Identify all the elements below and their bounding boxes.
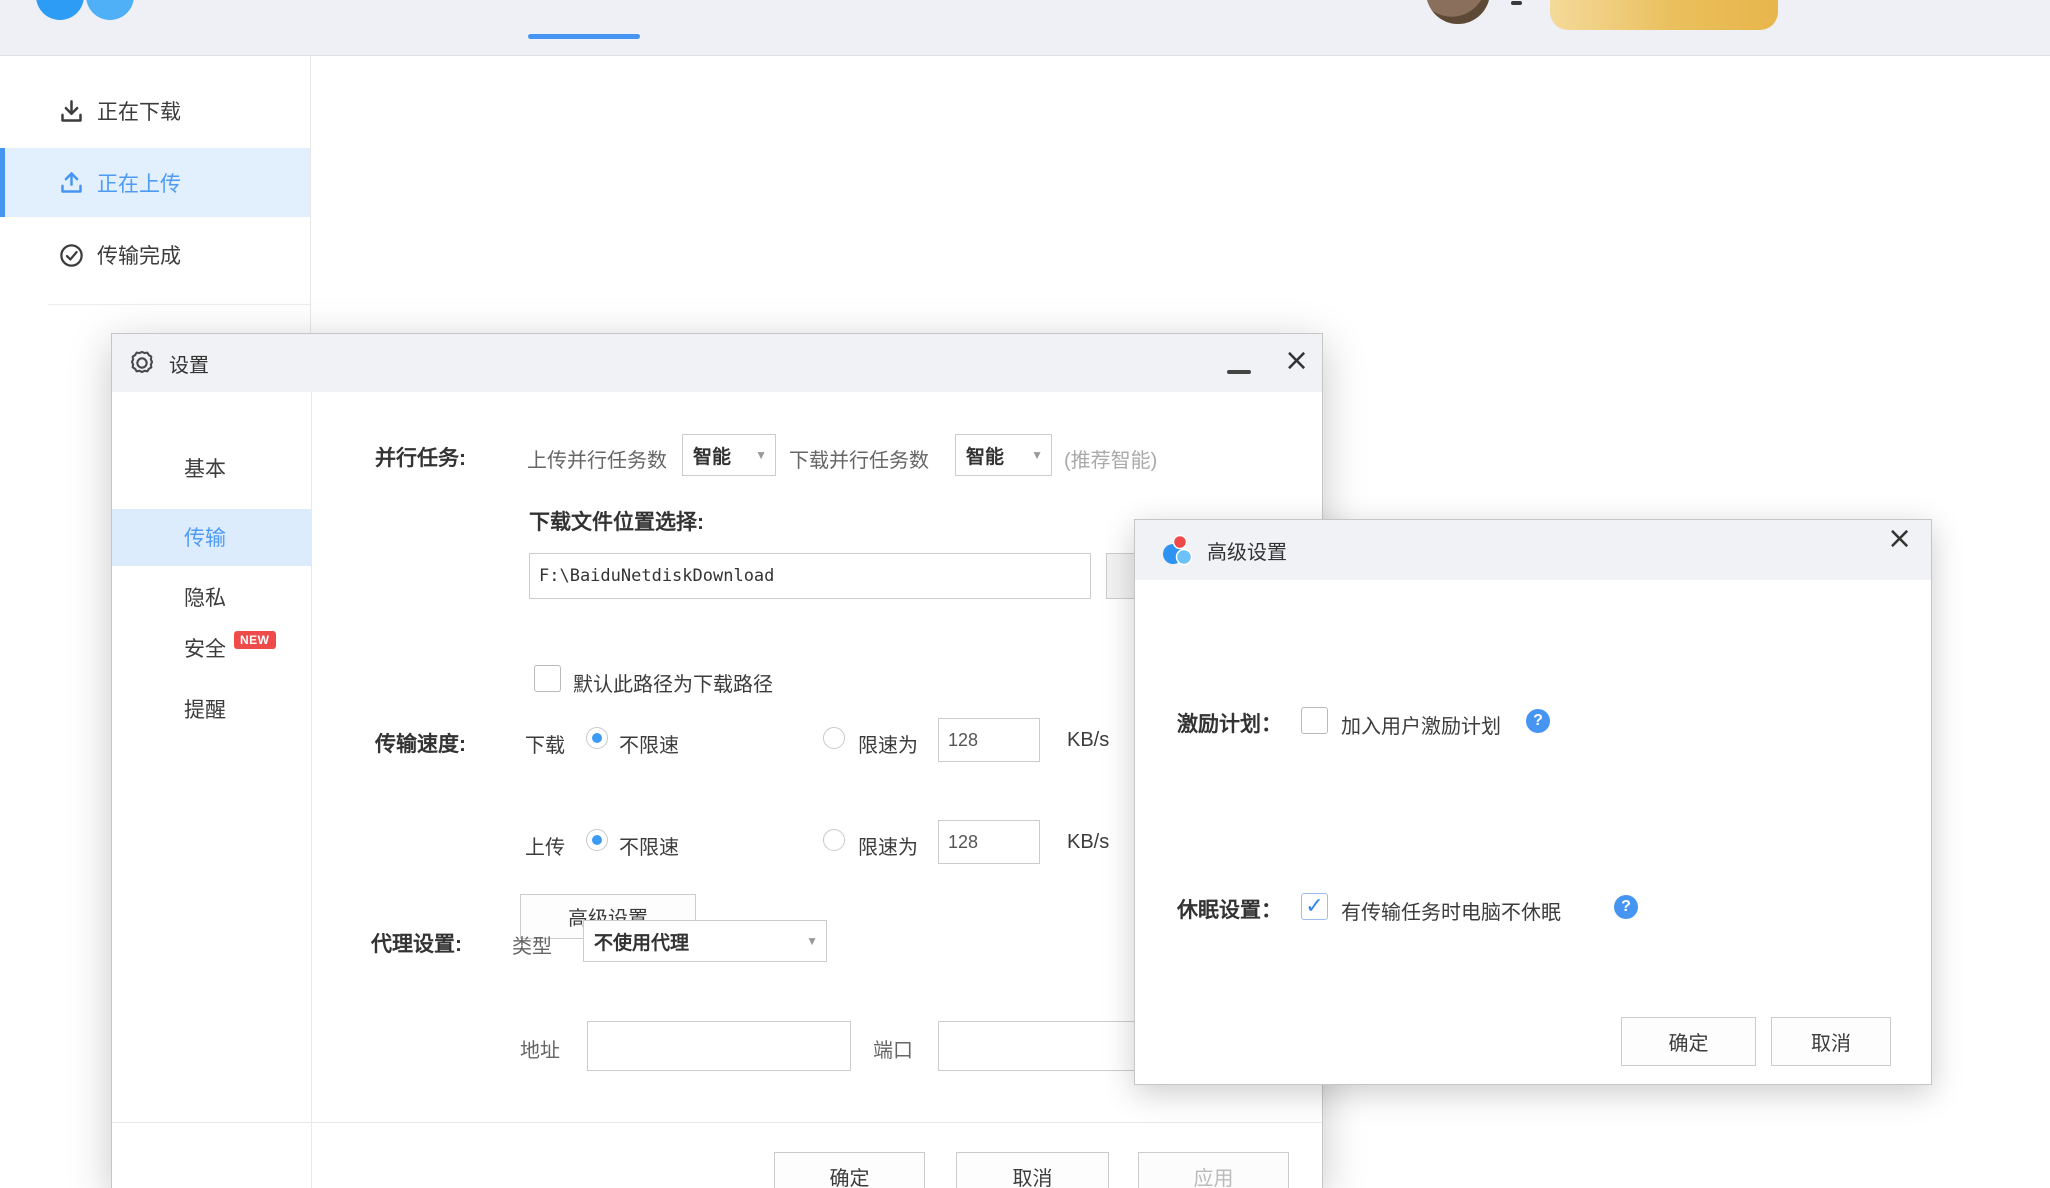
download-limit-unit: KB/s xyxy=(1067,729,1109,752)
tab-label: 基本 xyxy=(184,453,226,483)
download-limit-radio[interactable] xyxy=(823,727,845,749)
netdisk-logo-icon xyxy=(1157,532,1193,568)
sidebar-item-label: 正在上传 xyxy=(97,168,181,198)
footer-divider xyxy=(112,1122,1322,1123)
download-limit-label: 限速为 xyxy=(858,729,918,758)
parallel-hint: (推荐智能) xyxy=(1064,444,1157,473)
download-parallel-select[interactable]: 智能 ▼ xyxy=(955,434,1052,476)
upload-parallel-label: 上传并行任务数 xyxy=(527,444,667,473)
minimize-icon xyxy=(1227,370,1251,374)
speed-download-label: 下载 xyxy=(525,729,565,758)
upload-limit-unit: KB/s xyxy=(1067,831,1109,854)
settings-dialog-title: 设置 xyxy=(169,349,209,378)
upload-limit-radio[interactable] xyxy=(823,829,845,851)
sidebar-divider xyxy=(48,304,310,305)
sleep-settings-label: 休眠设置： xyxy=(1177,894,1282,924)
speed-upload-label: 上传 xyxy=(525,831,565,860)
select-value: 智能 xyxy=(693,442,755,469)
tab-label: 隐私 xyxy=(184,582,226,612)
tab-label: 提醒 xyxy=(184,694,226,724)
help-icon[interactable]: ? xyxy=(1526,709,1550,733)
check-icon: ✓ xyxy=(1305,896,1323,918)
sleep-checkbox-label: 有传输任务时电脑不休眠 xyxy=(1341,896,1561,925)
settings-tabs: 基本 传输 隐私 安全 NEW 提醒 xyxy=(112,392,312,1188)
download-path-input[interactable] xyxy=(529,553,1091,599)
proxy-port-label: 端口 xyxy=(873,1034,913,1063)
download-limit-value-input[interactable] xyxy=(938,718,1040,762)
tab-transfer[interactable]: 传输 xyxy=(112,515,311,559)
parallel-tasks-label: 并行任务: xyxy=(375,442,466,472)
upload-limit-value-input[interactable] xyxy=(938,820,1040,864)
tab-label: 安全 xyxy=(184,633,226,663)
chevron-down-icon: ▼ xyxy=(806,934,818,948)
download-icon xyxy=(58,98,85,125)
advanced-ok-button[interactable]: 确定 xyxy=(1621,1017,1756,1066)
window-control-icon[interactable] xyxy=(1511,1,1522,5)
tab-privacy[interactable]: 隐私 xyxy=(112,575,311,619)
sidebar-item-downloading[interactable]: 正在下载 xyxy=(0,78,310,144)
help-icon[interactable]: ? xyxy=(1614,895,1638,919)
advanced-cancel-button[interactable]: 取消 xyxy=(1771,1017,1891,1066)
chevron-down-icon: ▼ xyxy=(755,448,767,462)
sidebar-item-label: 正在下载 xyxy=(97,96,181,126)
tab-security[interactable]: 安全 xyxy=(112,626,311,670)
proxy-settings-label: 代理设置: xyxy=(371,928,462,958)
incentive-plan-label: 激励计划： xyxy=(1177,708,1282,738)
transfer-speed-label: 传输速度: xyxy=(375,728,466,758)
settings-apply-button[interactable]: 应用 xyxy=(1138,1152,1289,1188)
avatar[interactable] xyxy=(1426,0,1490,24)
close-icon[interactable]: × xyxy=(1887,524,1912,554)
top-bar xyxy=(0,0,2050,56)
chevron-down-icon: ▼ xyxy=(1031,448,1043,462)
select-value: 不使用代理 xyxy=(594,928,806,955)
proxy-address-label: 地址 xyxy=(520,1034,560,1063)
gear-icon xyxy=(128,349,156,377)
settings-cancel-button[interactable]: 取消 xyxy=(956,1152,1109,1188)
incentive-checkbox-label: 加入用户激励计划 xyxy=(1341,710,1501,739)
download-unlimited-label: 不限速 xyxy=(619,729,679,758)
upload-unlimited-radio[interactable] xyxy=(586,829,608,851)
tab-basic[interactable]: 基本 xyxy=(112,446,311,490)
advanced-dialog-title: 高级设置 xyxy=(1207,536,1287,565)
download-unlimited-radio[interactable] xyxy=(586,727,608,749)
app-window: 正在下载 正在上传 传输完成 设置 × xyxy=(0,0,2050,1188)
download-location-label: 下载文件位置选择: xyxy=(529,506,704,536)
sleep-checkbox[interactable]: ✓ xyxy=(1301,893,1328,920)
advanced-settings-dialog: 高级设置 × 激励计划： 加入用户激励计划 ? 休眠设置： ✓ 有传输任务时电脑… xyxy=(1134,519,1932,1085)
select-value: 智能 xyxy=(966,442,1031,469)
upload-icon xyxy=(58,169,85,196)
settings-dialog-header: 设置 xyxy=(112,334,1322,392)
settings-ok-button[interactable]: 确定 xyxy=(774,1152,925,1188)
sidebar-item-uploading[interactable]: 正在上传 xyxy=(0,148,310,217)
upload-parallel-select[interactable]: 智能 ▼ xyxy=(682,434,776,476)
proxy-type-label: 类型 xyxy=(512,930,552,959)
radio-dot xyxy=(592,733,602,743)
default-path-checkbox-label: 默认此路径为下载路径 xyxy=(573,668,773,697)
app-logo-icon xyxy=(86,0,134,20)
new-badge: NEW xyxy=(234,631,276,649)
incentive-checkbox[interactable] xyxy=(1301,707,1328,734)
app-logo-icon xyxy=(36,0,84,20)
proxy-address-input[interactable] xyxy=(587,1021,851,1071)
active-tab-indicator xyxy=(528,34,640,39)
minimize-button[interactable] xyxy=(1227,370,1251,374)
advanced-dialog-header: 高级设置 xyxy=(1135,520,1931,580)
sidebar-item-completed[interactable]: 传输完成 xyxy=(0,222,310,288)
active-accent-bar xyxy=(0,148,5,217)
vip-button[interactable] xyxy=(1550,0,1778,30)
proxy-type-select[interactable]: 不使用代理 ▼ xyxy=(583,920,827,962)
sidebar-item-label: 传输完成 xyxy=(97,240,181,270)
download-parallel-label: 下载并行任务数 xyxy=(789,444,929,473)
upload-limit-label: 限速为 xyxy=(858,831,918,860)
close-icon[interactable]: × xyxy=(1284,346,1309,376)
tab-reminder[interactable]: 提醒 xyxy=(112,687,311,731)
default-path-checkbox[interactable] xyxy=(534,665,561,692)
radio-dot xyxy=(592,835,602,845)
complete-icon xyxy=(58,242,85,269)
tab-label: 传输 xyxy=(184,522,226,552)
upload-unlimited-label: 不限速 xyxy=(619,831,679,860)
